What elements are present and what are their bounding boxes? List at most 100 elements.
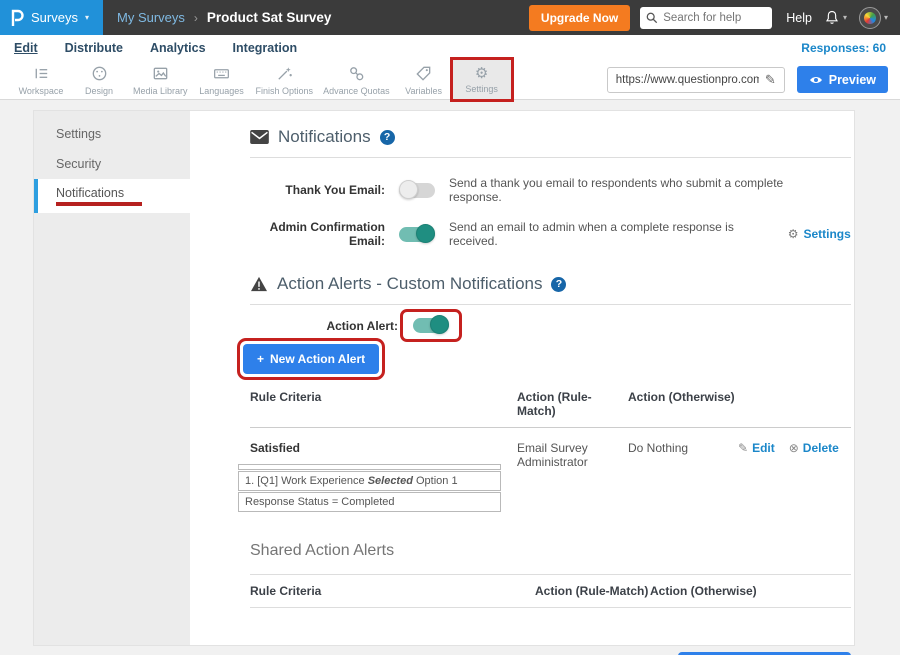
help-link[interactable]: Help — [786, 11, 812, 25]
sidebar-item-label: Settings — [56, 127, 190, 141]
sidebar-item-label: Security — [56, 157, 190, 171]
admin-confirmation-label: Admin Confirmation Email: — [250, 220, 385, 248]
breadcrumb-my-surveys[interactable]: My Surveys — [117, 10, 185, 25]
avatar-logo — [864, 12, 876, 24]
new-action-alert-label: New Action Alert — [270, 352, 365, 366]
notifications-panel: Notifications ? Thank You Email: Send a … — [190, 111, 871, 645]
toolbar-label: Advance Quotas — [323, 86, 390, 96]
image-icon — [151, 64, 170, 83]
account-menu[interactable]: ▾ — [859, 7, 888, 29]
rule-condition: Satisfied — [250, 441, 517, 455]
tab-edit[interactable]: Edit — [14, 41, 38, 55]
tab-integration[interactable]: Integration — [233, 41, 298, 55]
admin-confirmation-description: Send an email to admin when a complete r… — [449, 220, 774, 248]
tab-analytics[interactable]: Analytics — [150, 41, 206, 55]
row-actions: ✎ Edit ⊗ Delete — [738, 441, 851, 512]
survey-url-box[interactable]: ✎ — [607, 67, 785, 93]
delete-circle-icon: ⊗ — [789, 441, 799, 455]
divider — [250, 304, 851, 305]
toolbar-label: Design — [85, 86, 113, 96]
chevron-down-icon: ▾ — [884, 13, 888, 22]
edit-label: Edit — [752, 441, 775, 455]
rule-box-1: 1. [Q1] Work Experience Selected Option … — [238, 471, 501, 491]
survey-url-input[interactable] — [616, 74, 759, 86]
action-alert-label: Action Alert: — [250, 319, 398, 333]
notifications-title: Notifications — [278, 127, 371, 147]
shared-alerts-title: Shared Action Alerts — [250, 542, 851, 560]
toolbar-settings[interactable]: ⚙ Settings — [453, 60, 511, 99]
toolbar-workspace[interactable]: Workspace — [12, 60, 70, 99]
help-icon[interactable]: ? — [380, 130, 395, 145]
action-alert-toggle[interactable] — [413, 318, 449, 333]
plus-icon: + — [257, 352, 264, 366]
gear-icon: ⚙ — [475, 66, 488, 81]
notifications-bell-menu[interactable]: ▾ — [824, 9, 847, 26]
workspace-icon — [32, 64, 51, 83]
admin-confirmation-row: Admin Confirmation Email: Send an email … — [250, 220, 851, 248]
questionpro-logo — [10, 9, 24, 27]
annotation-box-new-action-alert: + New Action Alert — [237, 338, 385, 380]
breadcrumb-current-survey: Product Sat Survey — [207, 10, 332, 25]
help-search-box[interactable] — [640, 7, 772, 29]
admin-confirmation-toggle[interactable] — [399, 227, 435, 242]
col-action-otherwise: Action (Otherwise) — [628, 390, 738, 418]
edit-url-icon[interactable]: ✎ — [765, 72, 776, 88]
settings-link-label: Settings — [803, 227, 850, 241]
settings-card: Settings Security Notifications Notifica… — [33, 110, 855, 646]
toolbar-finish-options[interactable]: Finish Options — [251, 60, 319, 99]
action-match-cell: Email Survey Administrator — [517, 441, 628, 512]
edit-toolbar: Workspace Design Media Library — [0, 60, 900, 100]
gear-icon: ⚙ — [788, 227, 799, 241]
toolbar-design[interactable]: Design — [70, 60, 128, 99]
breadcrumb: My Surveys › Product Sat Survey — [117, 10, 331, 25]
preview-button[interactable]: Preview — [797, 66, 888, 93]
help-icon[interactable]: ? — [551, 277, 566, 292]
sidebar-item-label: Notifications — [56, 186, 190, 200]
toolbar-languages[interactable]: Languages — [193, 60, 251, 99]
toggle-knob — [430, 315, 449, 334]
upgrade-now-button[interactable]: Upgrade Now — [529, 5, 630, 31]
sidebar-item-notifications[interactable]: Notifications — [34, 179, 190, 213]
chevron-down-icon: ▾ — [843, 13, 847, 22]
rule-box-2: Response Status = Completed — [238, 492, 501, 512]
wand-icon — [275, 64, 294, 83]
rule-criteria-cell: Satisfied 1. [Q1] Work Experience Select… — [250, 441, 517, 512]
settings-sidebar: Settings Security Notifications — [34, 111, 190, 645]
toolbar-advance-quotas[interactable]: Advance Quotas — [318, 60, 395, 99]
annotation-box-action-alert-toggle — [400, 309, 462, 342]
toolbar-variables[interactable]: Variables — [395, 60, 453, 99]
surveys-menu[interactable]: Surveys ▾ — [0, 0, 103, 35]
sidebar-item-settings[interactable]: Settings — [34, 119, 190, 149]
toolbar-label: Variables — [405, 86, 442, 96]
action-alert-row: Satisfied 1. [Q1] Work Experience Select… — [250, 428, 851, 512]
avatar — [859, 7, 881, 29]
admin-email-settings-link[interactable]: ⚙ Settings — [788, 227, 851, 241]
search-icon — [646, 12, 658, 24]
new-action-alert-button[interactable]: + New Action Alert — [243, 344, 379, 374]
tab-distribute[interactable]: Distribute — [65, 41, 123, 55]
chain-icon — [347, 64, 366, 83]
toolbar-label: Settings — [465, 84, 498, 94]
thank-you-email-row: Thank You Email: Send a thank you email … — [250, 176, 851, 204]
responses-count[interactable]: Responses: 60 — [801, 41, 886, 55]
envelope-icon — [250, 130, 269, 144]
toolbar-label: Media Library — [133, 86, 188, 96]
thank-you-email-toggle[interactable] — [399, 183, 435, 198]
palette-icon — [90, 64, 109, 83]
notifications-heading: Notifications ? — [250, 127, 851, 147]
edit-alert-link[interactable]: ✎ Edit — [738, 441, 775, 455]
sidebar-item-security[interactable]: Security — [34, 149, 190, 179]
help-search-input[interactable] — [663, 12, 766, 24]
rule1-operator: Selected — [368, 475, 413, 487]
toolbar-media-library[interactable]: Media Library — [128, 60, 193, 99]
col-action-match: Action (Rule-Match) — [517, 390, 628, 418]
page-background: Settings Security Notifications Notifica… — [0, 110, 900, 655]
delete-alert-link[interactable]: ⊗ Delete — [789, 441, 839, 455]
annotation-underline-notifications — [56, 202, 142, 206]
rule-box-empty — [238, 464, 501, 470]
divider — [250, 157, 851, 158]
chevron-down-icon: ▾ — [85, 13, 89, 22]
col-rule-criteria: Rule Criteria — [250, 584, 535, 598]
toggle-knob — [399, 180, 418, 199]
toolbar-label: Workspace — [19, 86, 64, 96]
